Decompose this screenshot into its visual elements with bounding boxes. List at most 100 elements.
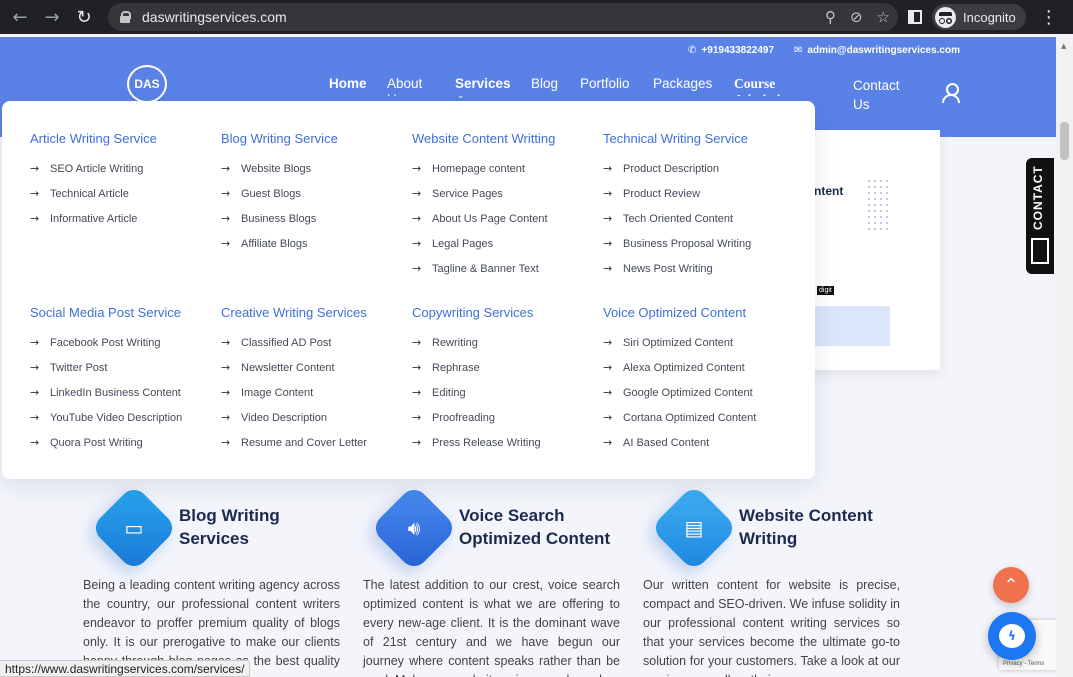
menu-item[interactable]: → Informative Article xyxy=(30,206,220,231)
bookmark-star-icon[interactable]: ☆ xyxy=(877,8,890,26)
menu-item[interactable]: → Technical Article xyxy=(30,181,220,206)
menu-item-label[interactable]: Cortana Optimized Content xyxy=(623,412,756,424)
url-text[interactable]: daswritingservices.com xyxy=(142,9,287,25)
zoom-icon[interactable]: ⚲ xyxy=(825,8,836,26)
menu-item-label[interactable]: LinkedIn Business Content xyxy=(50,387,181,399)
menu-item[interactable]: → YouTube Video Description xyxy=(30,405,220,430)
menu-item-label[interactable]: Rewriting xyxy=(432,337,478,349)
menu-item-label[interactable]: SEO Article Writing xyxy=(50,163,143,175)
lock-icon[interactable] xyxy=(120,11,131,23)
menu-item[interactable]: → Rephrase xyxy=(412,355,602,380)
menu-column-title[interactable]: Article Writing Service xyxy=(30,131,220,146)
menu-item-label[interactable]: Business Proposal Writing xyxy=(623,238,751,250)
contact-side-tab[interactable]: CONTACT xyxy=(1026,158,1054,274)
menu-item[interactable]: → Affiliate Blogs xyxy=(221,231,411,256)
menu-column-title[interactable]: Voice Optimized Content xyxy=(603,305,793,320)
menu-item[interactable]: → Rewriting xyxy=(412,330,602,355)
menu-item[interactable]: → News Post Writing xyxy=(603,256,793,281)
menu-item[interactable]: → Editing xyxy=(412,380,602,405)
menu-item-label[interactable]: Siri Optimized Content xyxy=(623,337,733,349)
menu-item[interactable]: → Website Blogs xyxy=(221,156,411,181)
menu-item-label[interactable]: Editing xyxy=(432,387,466,399)
menu-item[interactable]: → Resume and Cover Letter xyxy=(221,430,411,455)
scroll-up-arrow-icon[interactable]: ▲ xyxy=(1061,42,1066,50)
address-bar[interactable]: daswritingservices.com ⚲ ⊘ ☆ xyxy=(108,3,898,31)
menu-item-label[interactable]: Resume and Cover Letter xyxy=(241,437,367,449)
menu-item-label[interactable]: Guest Blogs xyxy=(241,188,301,200)
menu-item[interactable]: → LinkedIn Business Content xyxy=(30,380,220,405)
menu-item[interactable]: → Siri Optimized Content xyxy=(603,330,793,355)
reload-icon[interactable]: ↻ xyxy=(68,0,100,34)
menu-item[interactable]: → Legal Pages xyxy=(412,231,602,256)
phone-contact[interactable]: ✆ +919433822497 xyxy=(688,45,774,56)
menu-item-label[interactable]: YouTube Video Description xyxy=(50,412,182,424)
menu-item[interactable]: → Business Blogs xyxy=(221,206,411,231)
contact-tab-label[interactable]: CONTACT xyxy=(1031,165,1045,230)
menu-item-label[interactable]: Tech Oriented Content xyxy=(623,213,733,225)
menu-item-label[interactable]: Alexa Optimized Content xyxy=(623,362,745,374)
menu-item-label[interactable]: About Us Page Content xyxy=(432,213,548,225)
menu-item[interactable]: → Press Release Writing xyxy=(412,430,602,455)
site-logo[interactable]: DAS xyxy=(127,65,167,103)
menu-item[interactable]: → Tech Oriented Content xyxy=(603,206,793,231)
user-account-icon[interactable] xyxy=(942,83,960,103)
menu-item[interactable]: → Video Description xyxy=(221,405,411,430)
menu-item-label[interactable]: Twitter Post xyxy=(50,362,107,374)
menu-column-title[interactable]: Copywriting Services xyxy=(412,305,602,320)
menu-column-title[interactable]: Creative Writing Services xyxy=(221,305,411,320)
menu-item-label[interactable]: Image Content xyxy=(241,387,313,399)
scroll-to-top-button[interactable]: ⌃ xyxy=(993,567,1029,603)
menu-item-label[interactable]: Google Optimized Content xyxy=(623,387,753,399)
menu-item[interactable]: → Product Description xyxy=(603,156,793,181)
menu-item[interactable]: → Proofreading xyxy=(412,405,602,430)
menu-item[interactable]: → Alexa Optimized Content xyxy=(603,355,793,380)
nav-home[interactable]: Home xyxy=(329,76,367,91)
menu-column-title[interactable]: Website Content Writting xyxy=(412,131,602,146)
menu-item[interactable]: → Classified AD Post xyxy=(221,330,411,355)
incognito-badge[interactable]: Incognito xyxy=(932,4,1026,30)
nav-course[interactable]: Course Admission xyxy=(734,76,794,96)
menu-item-label[interactable]: AI Based Content xyxy=(623,437,709,449)
menu-item-label[interactable]: Quora Post Writing xyxy=(50,437,143,449)
menu-item-label[interactable]: Facebook Post Writing xyxy=(50,337,160,349)
menu-item-label[interactable]: News Post Writing xyxy=(623,263,713,275)
menu-item-label[interactable]: Technical Article xyxy=(50,188,129,200)
nav-packages[interactable]: Packages xyxy=(653,76,712,91)
menu-item-label[interactable]: Proofreading xyxy=(432,412,495,424)
menu-item[interactable]: → Quora Post Writing xyxy=(30,430,220,455)
menu-item-label[interactable]: Service Pages xyxy=(432,188,503,200)
menu-item-label[interactable]: Product Description xyxy=(623,163,719,175)
menu-item-label[interactable]: Informative Article xyxy=(50,213,137,225)
menu-item[interactable]: → Google Optimized Content xyxy=(603,380,793,405)
menu-item[interactable]: → SEO Article Writing xyxy=(30,156,220,181)
nav-services[interactable]: Services xyxy=(455,76,511,91)
menu-item-label[interactable]: Product Review xyxy=(623,188,700,200)
forward-icon[interactable]: → xyxy=(36,0,68,34)
menu-item[interactable]: → AI Based Content xyxy=(603,430,793,455)
menu-item[interactable]: → Homepage content xyxy=(412,156,602,181)
menu-item-label[interactable]: Legal Pages xyxy=(432,238,493,250)
menu-item-label[interactable]: Website Blogs xyxy=(241,163,311,175)
menu-item[interactable]: → Product Review xyxy=(603,181,793,206)
tracking-blocked-icon[interactable]: ⊘ xyxy=(850,8,863,26)
menu-item-label[interactable]: Business Blogs xyxy=(241,213,316,225)
menu-item-label[interactable]: Affiliate Blogs xyxy=(241,238,307,250)
menu-item-label[interactable]: Homepage content xyxy=(432,163,525,175)
nav-portfolio[interactable]: Portfolio xyxy=(580,76,630,91)
menu-item-label[interactable]: Video Description xyxy=(241,412,327,424)
menu-item-label[interactable]: Tagline & Banner Text xyxy=(432,263,539,275)
menu-item-label[interactable]: Press Release Writing xyxy=(432,437,541,449)
menu-item[interactable]: → Newsletter Content xyxy=(221,355,411,380)
menu-item[interactable]: → Guest Blogs xyxy=(221,181,411,206)
menu-item[interactable]: → Cortana Optimized Content xyxy=(603,405,793,430)
scrollbar-thumb[interactable] xyxy=(1060,122,1069,160)
page-scrollbar[interactable]: ▲ xyxy=(1056,37,1073,677)
menu-item[interactable]: → Business Proposal Writing xyxy=(603,231,793,256)
menu-item[interactable]: → Tagline & Banner Text xyxy=(412,256,602,281)
menu-item[interactable]: → Image Content xyxy=(221,380,411,405)
back-icon[interactable]: ← xyxy=(4,0,36,34)
menu-item[interactable]: → About Us Page Content xyxy=(412,206,602,231)
messenger-chat-button[interactable]: ϟ xyxy=(988,612,1036,660)
side-panel-icon[interactable] xyxy=(908,10,922,24)
nav-contact[interactable]: Contact Us xyxy=(853,76,913,114)
